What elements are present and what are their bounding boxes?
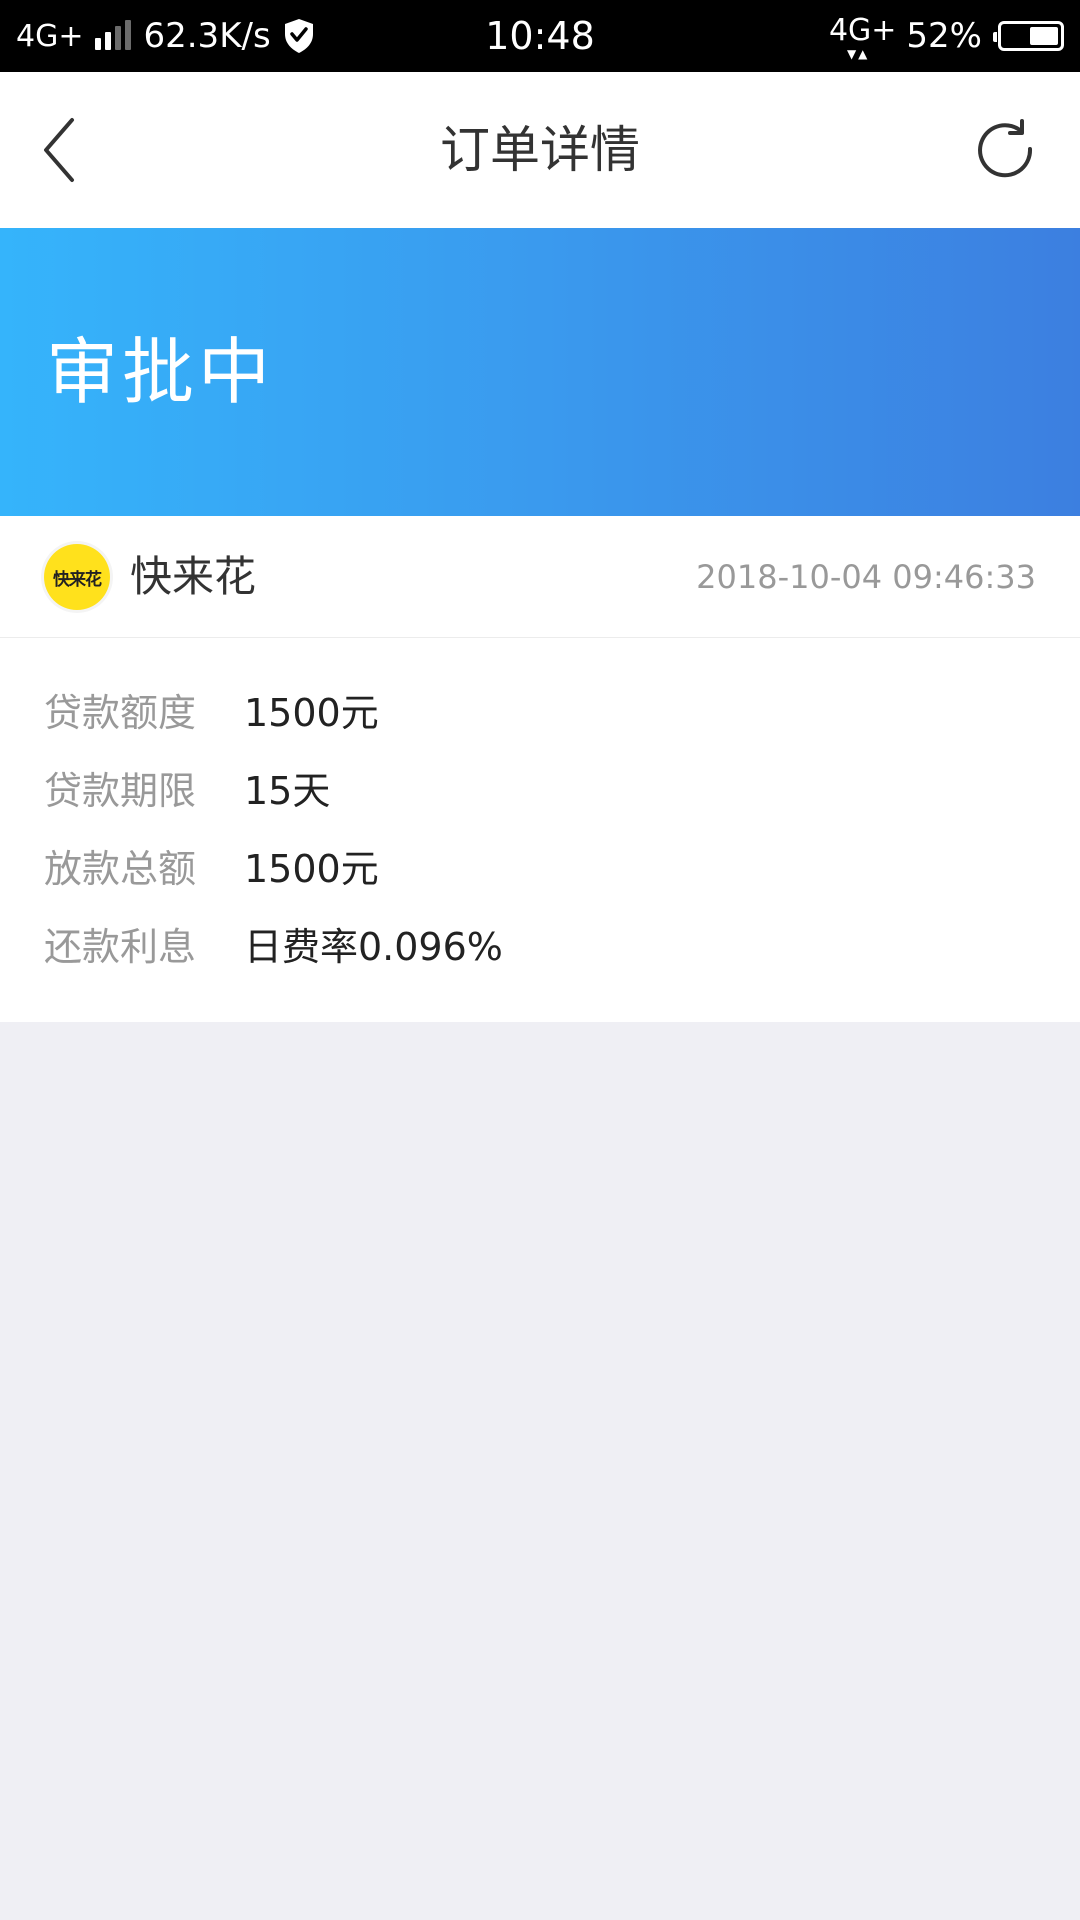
order-time: 2018-10-04 09:46:33 — [696, 558, 1036, 596]
merchant-logo-text: 快来花 — [53, 569, 102, 590]
detail-label: 还款利息 — [44, 925, 197, 969]
refresh-button[interactable] — [974, 118, 1040, 184]
data-arrows-icon: ▼▲ — [846, 47, 870, 61]
nav-bar: 订单详情 — [0, 72, 1080, 228]
merchant-logo: 快来花 — [44, 544, 110, 610]
refresh-icon — [978, 119, 1033, 178]
battery-percent: 52% — [906, 16, 982, 56]
detail-value: 1500元 — [244, 691, 379, 735]
detail-label: 贷款期限 — [44, 769, 197, 813]
order-details: 贷款额度 1500元 贷款期限 15天 放款总额 1500元 还款利息 日费率0… — [0, 638, 1080, 1022]
status-bar-right: 4G+ ▼▲ 52% — [829, 0, 1064, 72]
detail-value: 15天 — [244, 769, 331, 813]
merchant-name: 快来花 — [130, 552, 257, 601]
battery-fill — [1030, 27, 1058, 45]
detail-label: 贷款额度 — [44, 691, 197, 735]
battery-icon — [993, 21, 1064, 51]
detail-label: 放款总额 — [44, 847, 197, 891]
page-title: 订单详情 — [440, 121, 640, 179]
network-type-secondary: 4G+ ▼▲ — [828, 13, 897, 61]
status-bar: 4G+ 62.3K/s 10:48 4G+ ▼▲ 52% — [0, 0, 1080, 72]
status-banner: 审批中 — [0, 228, 1080, 516]
merchant-row: 快来花 快来花 2018-10-04 09:46:33 — [0, 516, 1080, 638]
order-status: 审批中 — [46, 330, 275, 414]
detail-value: 1500元 — [244, 847, 379, 891]
detail-value: 日费率0.096% — [244, 925, 503, 969]
